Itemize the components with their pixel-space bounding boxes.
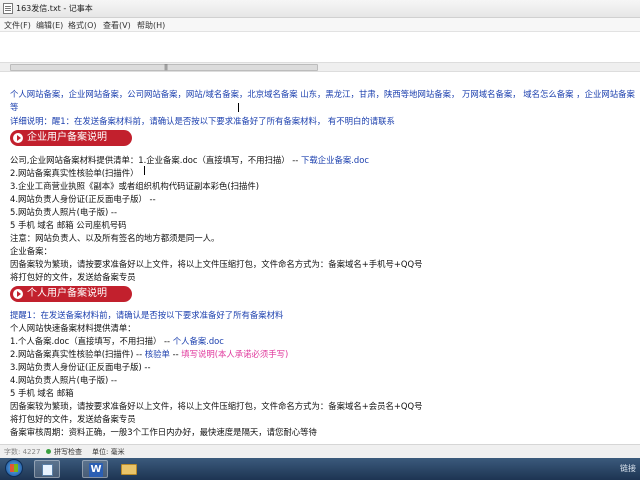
- text-line: 注意：网站负责人、以及所有签名的地方都须是同一人。: [10, 233, 220, 243]
- line-text: 1.个人备案.doc（直接填写，不用扫描） --: [10, 336, 173, 346]
- spellcheck-status[interactable]: 拼写检查: [54, 447, 82, 457]
- text-line: 4.网站负责人身份证(正反面电子版） --: [10, 194, 156, 204]
- text-line: 4.网站负责人照片(电子版) --: [10, 375, 117, 385]
- text-line: 3.网站负责人身份证(正反面电子版) --: [10, 362, 151, 372]
- notepad-icon: [42, 464, 53, 476]
- notepad-icon: [3, 3, 13, 14]
- text-line: 5.网站负责人照片(电子版) --: [10, 207, 117, 217]
- text-line: 公司,企业网站备案材料提供清单：1.企业备案.doc（直接填写，不用扫描） --…: [10, 154, 369, 166]
- verification-form-link[interactable]: 核验单: [145, 349, 170, 359]
- text-line: 详细说明：醒1：在发送备案材料前，请确认是否按以下要求准备好了所有备案材料， 有…: [10, 116, 395, 126]
- text-line: 因备案较为繁琐，请按要求准备好以上文件，将以上文件压缩打包，文件命名方式为：备案…: [10, 401, 423, 411]
- banner-label: 个人用户备案说明: [27, 288, 107, 299]
- text-line: 2.网站备案真实性核验单(扫描件）: [10, 168, 139, 178]
- mouse-cursor-icon: [238, 103, 239, 112]
- editor-top-area[interactable]: [0, 32, 640, 62]
- text-line: 将打包好的文件，发送给备案专员: [10, 272, 136, 282]
- fill-instructions-link[interactable]: 填写说明(本人承诺必须手写): [181, 349, 288, 359]
- line-text: 2.网站备案真实性核验单(扫描件) --: [10, 349, 145, 359]
- menu-help[interactable]: 帮助(H): [137, 20, 165, 31]
- menu-file[interactable]: 文件(F): [4, 20, 31, 31]
- menu-view[interactable]: 查看(V): [103, 20, 131, 31]
- horizontal-scrollbar[interactable]: |||: [0, 62, 640, 72]
- text-line: 因备案较为繁琐，请按要求准备好以上文件，将以上文件压缩打包，文件命名方式为：备案…: [10, 259, 423, 269]
- banner-label: 企业用户备案说明: [27, 132, 107, 143]
- folder-icon: [121, 464, 137, 475]
- window-title: 163发信.txt - 记事本: [16, 4, 93, 13]
- text-line: 个人网站快速备案材料提供清单：: [10, 323, 136, 333]
- unit-status[interactable]: 单位: 毫米: [92, 447, 125, 457]
- text-line: 提醒1：在发送备案材料前，请确认是否按以下要求准备好了所有备案材料: [10, 310, 284, 320]
- text-line: 3.企业工商营业执照《副本》或者组织机构代码证副本彩色(扫描件): [10, 181, 260, 191]
- personal-doc-link[interactable]: 个人备案.doc: [173, 336, 224, 346]
- enterprise-banner: 企业用户备案说明: [10, 130, 132, 146]
- text-line: 个人网站备案，企业网站备案，公司网站备案，网站/域名备案，北京域名备案 山东，黑…: [10, 89, 635, 99]
- menu-format[interactable]: 格式(O): [68, 20, 97, 31]
- menu-edit[interactable]: 编辑(E): [36, 20, 63, 31]
- text-line: 将打包好的文件，发送给备案专员: [10, 414, 136, 424]
- text-line: 1.个人备案.doc（直接填写，不用扫描） -- 个人备案.doc: [10, 335, 224, 347]
- taskbar-notepad[interactable]: [34, 460, 60, 478]
- text-line: 备案审核周期：资料正确，一般3个工作日内办好，最快速度是隔天，请您耐心等待: [10, 427, 317, 437]
- taskbar-explorer[interactable]: [116, 460, 142, 478]
- text-line: 等: [10, 102, 19, 112]
- download-enterprise-link[interactable]: 下载企业备案.doc: [301, 155, 369, 165]
- play-icon: [13, 133, 23, 143]
- windows-logo-icon: [5, 459, 23, 477]
- menu-bar: 文件(F) 编辑(E) 格式(O) 查看(V) 帮助(H): [0, 18, 640, 32]
- word-icon: W: [89, 463, 103, 477]
- title-bar: 163发信.txt - 记事本: [0, 0, 640, 18]
- spellcheck-icon: [46, 449, 51, 454]
- text-caret: [144, 166, 145, 175]
- scrollbar-grip-icon: |||: [164, 64, 168, 71]
- char-count: 字数: 4227: [4, 448, 41, 456]
- text-line: 5 手机 域名 邮箱 公司座机号码: [10, 220, 127, 230]
- line-text: 公司,企业网站备案材料提供清单：1.企业备案.doc（直接填写，不用扫描） --: [10, 155, 301, 165]
- status-bar: 字数: 4227 拼写检查 单位: 毫米: [0, 444, 640, 458]
- editor-text-area[interactable]: 个人网站备案，企业网站备案，公司网站备案，网站/域名备案，北京域名备案 山东，黑…: [0, 74, 640, 444]
- text-line: 2.网站备案真实性核验单(扫描件) -- 核验单 -- 填写说明(本人承诺必须手…: [10, 348, 288, 360]
- text-line: 企业备案：: [10, 246, 52, 256]
- tray-link[interactable]: 链接: [620, 463, 636, 474]
- start-button[interactable]: [2, 458, 26, 480]
- personal-banner: 个人用户备案说明: [10, 286, 132, 302]
- line-text: --: [169, 349, 182, 359]
- taskbar-word[interactable]: W: [82, 460, 108, 478]
- taskbar: W 链接: [0, 458, 640, 480]
- play-icon: [13, 289, 23, 299]
- text-line: 5 手机 域名 邮箱: [10, 388, 74, 398]
